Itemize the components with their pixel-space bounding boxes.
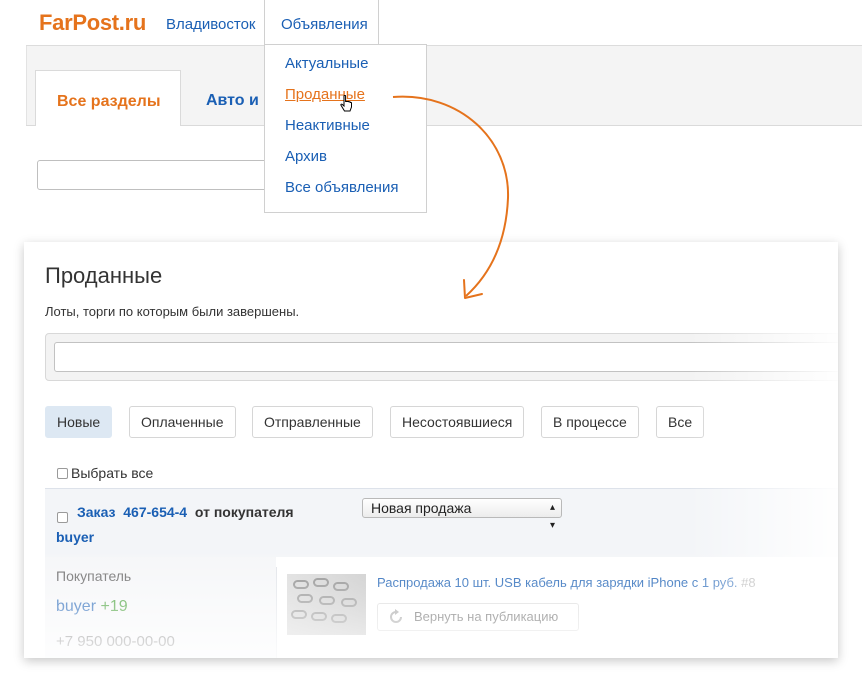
logo[interactable]: FarPost.ru <box>39 10 146 36</box>
order-header: Заказ 467-654-4 от покупателя buyer Нова… <box>45 488 838 557</box>
select-all[interactable]: Выбрать все <box>57 465 153 481</box>
filter-sent-button[interactable]: Отправленные <box>252 406 373 438</box>
tab-auto[interactable]: Авто и <box>206 92 259 110</box>
order-number-link[interactable]: 467-654-4 <box>123 504 187 520</box>
republish-label: Вернуть на публикацию <box>414 609 559 624</box>
search-input[interactable] <box>54 342 838 372</box>
select-arrows-icon: ▴ ▾ <box>549 502 555 531</box>
tab-all-sections-label: Все разделы <box>57 93 161 110</box>
menu-item-archive[interactable]: Архив <box>285 148 327 165</box>
search-panel <box>45 333 838 381</box>
order-buyer-link[interactable]: buyer <box>56 529 94 545</box>
hand-pointer-icon <box>340 95 352 112</box>
order-checkbox[interactable] <box>57 512 68 523</box>
item-title-link[interactable]: Распродажа 10 шт. USB кабель для зарядки… <box>377 575 756 590</box>
order-title: Заказ 467-654-4 от покупателя <box>77 504 294 520</box>
divider <box>276 567 277 658</box>
menu-item-all-ads[interactable]: Все объявления <box>285 179 398 196</box>
tab-all-sections[interactable]: Все разделы <box>35 70 181 126</box>
filter-paid-button[interactable]: Оплаченные <box>129 406 236 438</box>
filter-failed-button[interactable]: Несостоявшиеся <box>390 406 525 438</box>
filter-new-button[interactable]: Новые <box>45 406 113 438</box>
republish-button[interactable]: Вернуть на публикацию <box>377 603 579 631</box>
fade-overlay-right <box>688 242 838 658</box>
order-status-value: Новая продажа <box>371 500 472 516</box>
select-all-checkbox[interactable] <box>57 468 68 479</box>
buyer-rating: +19 <box>100 598 128 615</box>
buyer-phone: +7 950 000-00-00 <box>56 633 175 650</box>
item-title: Распродажа 10 шт. USB кабель для зарядки… <box>377 575 738 590</box>
menu-item-active[interactable]: Актуальные <box>285 55 368 72</box>
filter-in-progress-button[interactable]: В процессе <box>541 406 639 438</box>
refresh-icon <box>390 609 402 623</box>
page-title: Проданные <box>45 263 163 288</box>
order-status-select[interactable]: Новая продажа ▴ ▾ <box>362 498 562 531</box>
ads-dropdown-menu: Актуальные Проданные Неактивные Архив Вс… <box>264 44 427 213</box>
site-header-screenshot: FarPost.ru Владивосток Все разделы Авто … <box>26 0 862 195</box>
order-prefix[interactable]: Заказ <box>77 504 115 520</box>
select-all-label: Выбрать все <box>71 465 154 481</box>
buyer-name: buyer +19 <box>56 598 128 616</box>
sold-page-screenshot: Проданные Лоты, торги по которым были за… <box>24 242 838 658</box>
filter-all-button[interactable]: Все <box>656 406 705 438</box>
item-thumbnail[interactable] <box>287 574 366 635</box>
item-number: #8 <box>741 575 756 590</box>
ads-menu-label: Объявления <box>281 16 368 33</box>
order-from-label: от покупателя <box>194 504 294 520</box>
top-navbar: FarPost.ru Владивосток <box>26 0 862 46</box>
buyer-label: Покупатель <box>56 568 132 584</box>
buyer-name-link[interactable]: buyer <box>56 598 96 615</box>
city-link[interactable]: Владивосток <box>166 16 255 33</box>
menu-item-inactive[interactable]: Неактивные <box>285 117 370 134</box>
ads-menu-button[interactable]: Объявления <box>264 0 379 47</box>
top-search-input[interactable] <box>37 160 277 190</box>
page-subtitle: Лоты, торги по которым были завершены. <box>45 304 300 319</box>
